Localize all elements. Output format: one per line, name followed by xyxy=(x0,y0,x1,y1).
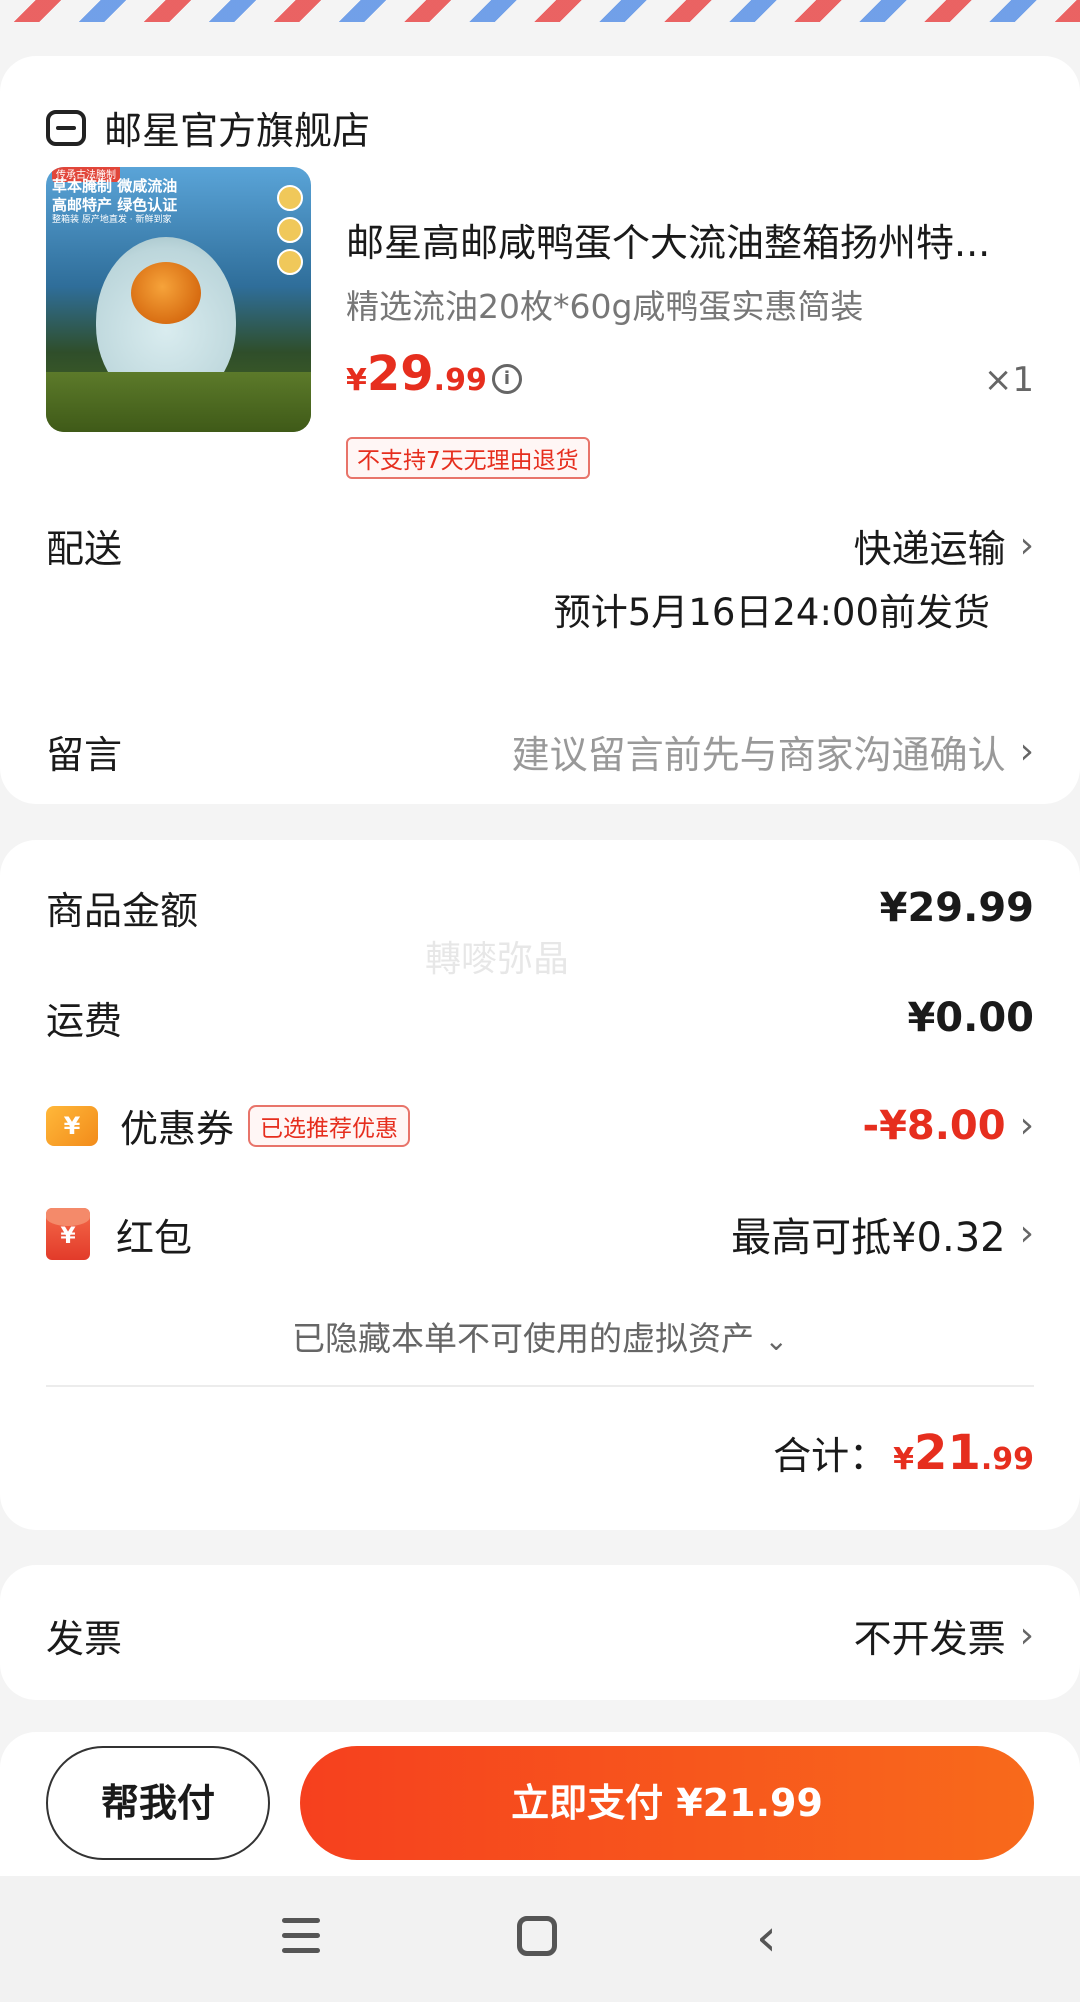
product-spec[interactable]: 精选流油20枚*60g咸鸭蛋实惠简装 xyxy=(346,280,863,328)
product-price: ¥ 29 .99 xyxy=(346,346,487,402)
invoice-row[interactable]: 发票 不开发票 › xyxy=(46,1608,1034,1663)
delivery-method: 快递运输 xyxy=(853,527,1006,571)
shipping-amount: ¥0.00 xyxy=(907,994,1034,1041)
chevron-right-icon: › xyxy=(1019,524,1034,566)
total-amount: 合计： ¥ 21 .99 xyxy=(773,1425,1034,1481)
store-icon xyxy=(46,109,86,146)
message-label: 留言 xyxy=(46,733,123,777)
menu-icon[interactable] xyxy=(282,1918,320,1954)
watermark: 轉嘜弥晶 xyxy=(425,939,570,980)
product-quantity: ×1 xyxy=(983,360,1034,400)
chevron-right-icon: › xyxy=(1019,1104,1034,1146)
delivery-row[interactable]: 配送 快递运输 › xyxy=(46,518,1034,573)
coupon-icon: ¥ xyxy=(46,1105,98,1146)
shipping-label: 运费 xyxy=(46,999,123,1043)
coupon-label: 优惠券 xyxy=(120,1107,235,1151)
grass-shape xyxy=(46,372,311,432)
divider xyxy=(46,1385,1034,1387)
pay-now-button[interactable]: 立即支付 ¥21.99 xyxy=(300,1746,1034,1860)
delivery-label: 配送 xyxy=(46,527,123,571)
certification-seals xyxy=(277,185,303,275)
invoice-label: 发票 xyxy=(46,1617,123,1661)
goods-amount-row: 商品金额 ¥29.99 xyxy=(46,880,1034,935)
coupon-amount: -¥8.00 xyxy=(862,1102,1006,1149)
goods-amount: ¥29.99 xyxy=(879,884,1034,931)
redpacket-label: 红包 xyxy=(116,1215,193,1260)
product-title[interactable]: 邮星高邮咸鸭蛋个大流油整箱扬州特... xyxy=(346,212,1036,267)
coupon-row[interactable]: ¥ 优惠券 已选推荐优惠 -¥8.00 › xyxy=(46,1098,1034,1153)
back-icon[interactable]: ‹ xyxy=(756,1912,777,1964)
chevron-down-icon: ⌄ xyxy=(764,1324,788,1357)
store-row[interactable]: 邮星官方旗舰店 xyxy=(46,100,1034,155)
red-packet-icon: ¥ xyxy=(46,1208,90,1260)
chevron-right-icon: › xyxy=(1019,1614,1034,1656)
hidden-assets-toggle[interactable]: 已隐藏本单不可使用的虚拟资产 ⌄ xyxy=(0,1312,1080,1360)
chevron-right-icon: › xyxy=(1019,730,1034,772)
home-icon[interactable] xyxy=(517,1916,557,1956)
product-image[interactable]: 传承古法腌制 草本腌制 微咸流油 高邮特产 绿色认证 整箱装 原产地直发 · 新… xyxy=(46,167,311,432)
delivery-eta: 预计5月16日24:00前发货 xyxy=(553,591,990,634)
return-policy-tag: 不支持7天无理由退货 xyxy=(346,437,590,479)
redpacket-amount: 最高可抵¥0.32 xyxy=(731,1215,1006,1261)
yolk-shape xyxy=(131,262,201,324)
chevron-right-icon: › xyxy=(1019,1213,1034,1254)
goods-amount-label: 商品金额 xyxy=(46,889,199,933)
help-pay-button[interactable]: 帮我付 xyxy=(46,1746,270,1860)
shipping-row: 运费 ¥0.00 xyxy=(46,990,1034,1045)
info-icon[interactable]: i xyxy=(492,364,522,394)
message-hint: 建议留言前先与商家沟通确认 xyxy=(511,733,1006,777)
invoice-value: 不开发票 xyxy=(853,1617,1006,1661)
redpacket-row[interactable]: ¥ 红包 最高可抵¥0.32 › xyxy=(46,1205,1034,1263)
airmail-stripe xyxy=(0,0,1080,22)
message-row[interactable]: 留言 建议留言前先与商家沟通确认 › xyxy=(46,724,1034,779)
coupon-chip: 已选推荐优惠 xyxy=(248,1104,411,1147)
store-name: 邮星官方旗舰店 xyxy=(104,109,371,153)
image-caption: 草本腌制 微咸流油 高邮特产 绿色认证 整箱装 原产地直发 · 新鲜到家 xyxy=(52,177,178,225)
